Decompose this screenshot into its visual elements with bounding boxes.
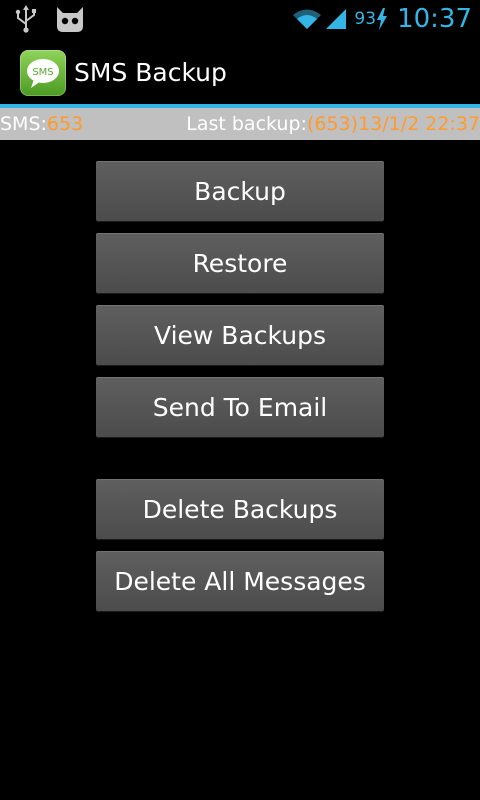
system-status: 93 10:37 [292,2,472,36]
app-title: SMS Backup [74,58,227,87]
view-backups-button[interactable]: View Backups [96,305,384,365]
last-backup-label: Last backup: [186,113,307,135]
cyanogenmod-icon [57,7,83,32]
info-bar: SMS:653 Last backup:(653)13/1/2 22:37 [0,108,480,140]
usb-icon [15,5,36,33]
send-to-email-button[interactable]: Send To Email [96,377,384,437]
sms-app-icon[interactable]: SMS [20,50,66,96]
screen: 93 10:37 SMS SMS Backup SMS:653 Last bac… [0,0,480,800]
last-backup-value: (653)13/1/2 22:37 [306,113,480,135]
wifi-icon [293,9,322,29]
battery-percent: 93 [354,8,377,29]
clock: 10:37 [397,4,472,34]
notification-icons [12,4,86,34]
restore-button[interactable]: Restore [96,233,384,293]
sms-count-value: 653 [46,113,84,135]
delete-all-messages-button[interactable]: Delete All Messages [96,551,384,611]
speech-bubble-icon: SMS [27,59,59,88]
signal-icon [326,9,347,29]
sms-count-label: SMS: [0,113,47,135]
sms-count-info: SMS:653 [0,113,83,135]
delete-backups-button[interactable]: Delete Backups [96,479,384,539]
last-backup-info: Last backup:(653)13/1/2 22:37 [186,113,480,135]
charging-bolt-icon [377,8,388,30]
action-bar: SMS SMS Backup [0,38,480,106]
backup-button[interactable]: Backup [96,161,384,221]
app-icon-label: SMS [32,67,53,78]
status-bar: 93 10:37 [0,0,480,38]
